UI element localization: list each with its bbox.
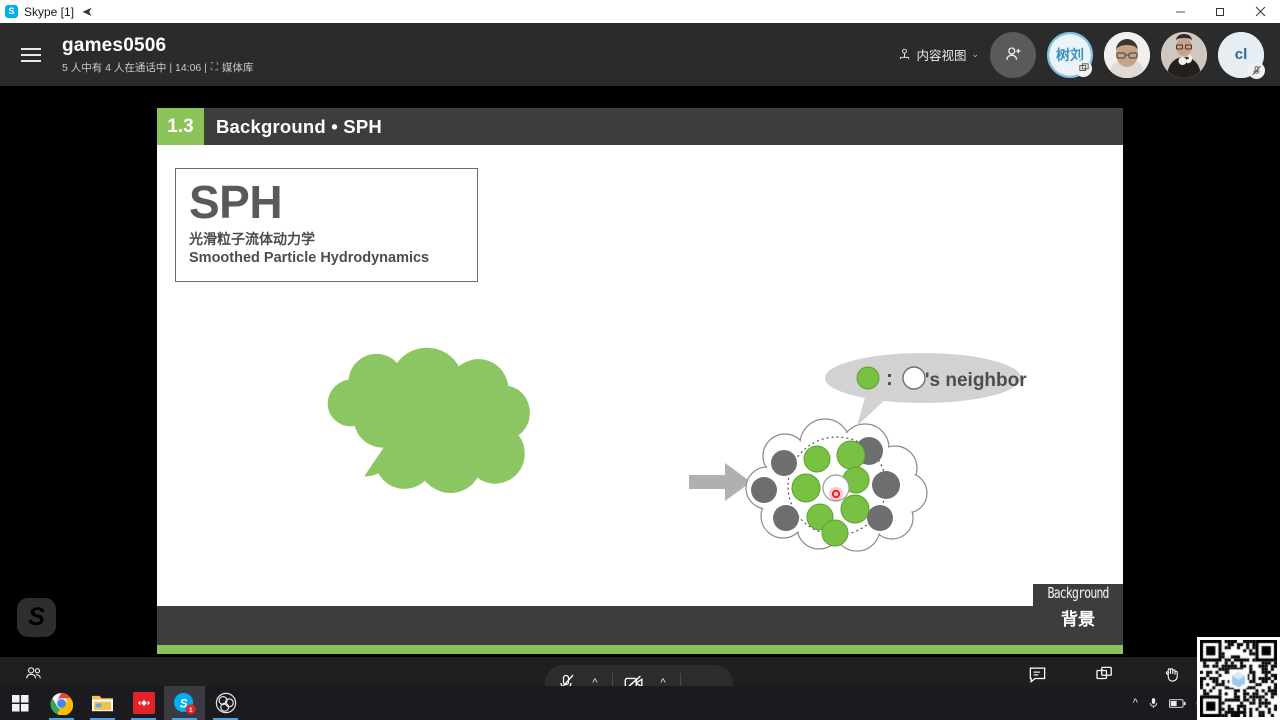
tray-overflow-chevron[interactable]: ^: [1133, 697, 1138, 709]
conversation-subtitle: 5 人中有 4 人在通话中 | 14:06 | ⛶ 媒体库: [62, 60, 253, 75]
qr-code-overlay: [1197, 637, 1280, 720]
media-library-label[interactable]: 媒体库: [222, 60, 254, 75]
maximize-button[interactable]: [1200, 0, 1240, 23]
shared-content-stage: S 1.3 Background • SPH SPH 光滑粒子流体动力学 Smo…: [0, 86, 1280, 657]
start-button[interactable]: [0, 686, 41, 720]
conversation-title: games0506: [62, 34, 167, 56]
legend-white-dot: [902, 366, 926, 390]
taskbar-item-file-explorer[interactable]: [82, 686, 123, 720]
conversation-header: games0506 5 人中有 4 人在通话中 | 14:06 | ⛶ 媒体库 …: [0, 23, 1280, 86]
windows-taskbar: S 1 ^: [0, 686, 1280, 720]
sph-english-name: Smoothed Particle Hydrodynamics: [189, 250, 430, 266]
slide-header: 1.3 Background • SPH: [157, 108, 1123, 145]
skype-window: games0506 5 人中有 4 人在通话中 | 14:06 | ⛶ 媒体库 …: [0, 23, 1280, 720]
mouse-cursor: ➤: [82, 3, 93, 19]
footer-section-en: Background: [1047, 584, 1109, 602]
close-button[interactable]: [1240, 0, 1280, 23]
sph-definition-box: SPH 光滑粒子流体动力学 Smoothed Particle Hydrodyn…: [175, 168, 478, 282]
window-controls: [1160, 0, 1280, 23]
skype-watermark-icon: S: [17, 598, 56, 637]
footer-accent-bar: [157, 645, 1123, 654]
slide-number: 1.3: [157, 108, 204, 145]
raise-hand-icon: [1138, 664, 1205, 684]
chrome-icon: [50, 692, 73, 715]
qr-code-canvas: [1200, 640, 1277, 717]
callout-colon: :: [886, 367, 893, 390]
obs-icon: [215, 692, 236, 714]
legend-green-dot: [856, 366, 880, 390]
skype-badge-count: 1: [189, 707, 193, 714]
content-view-icon: [900, 48, 910, 60]
add-person-icon: [1005, 47, 1020, 60]
chat-icon: [1004, 664, 1071, 684]
taskbar-item-chrome[interactable]: [41, 686, 82, 720]
hamburger-icon[interactable]: [8, 47, 54, 62]
screen-share-icon: [1075, 59, 1092, 77]
arrow-right-icon: [689, 463, 751, 501]
add-person-button[interactable]: [990, 31, 1036, 78]
slide-title: Background • SPH: [216, 115, 382, 137]
skype-icon: S 1: [173, 692, 196, 714]
taskbar-item-skype[interactable]: S 1: [164, 686, 205, 720]
marker-glow: [829, 487, 843, 501]
skype-icon: S: [5, 5, 18, 18]
taskbar-item-everything-search[interactable]: [123, 686, 164, 720]
minimize-button[interactable]: [1160, 0, 1200, 23]
mic-icon[interactable]: [1147, 696, 1160, 710]
header-actions: 内容视图 ⌄ 树刘 cl: [898, 31, 1280, 79]
media-library-icon: ⛶: [210, 61, 218, 73]
presentation-slide[interactable]: 1.3 Background • SPH SPH 光滑粒子流体动力学 Smoot…: [157, 108, 1123, 654]
footer-section-tag: Background 背景: [1033, 584, 1123, 630]
avatar-photo: [1161, 31, 1207, 78]
sph-diagram-svg: : 's neighbor: [327, 347, 1027, 552]
callout-text: 's neighbor: [925, 370, 1027, 391]
sph-acronym: SPH: [189, 176, 283, 228]
avatar[interactable]: 树刘: [1047, 31, 1093, 78]
avatar[interactable]: cl: [1218, 31, 1265, 79]
taskbar-item-obs[interactable]: [205, 686, 246, 720]
screen: S Skype [1] ➤ games0506 5 人中有 4 人在通话中 | …: [0, 0, 1280, 720]
chevron-down-icon: ⌄: [971, 49, 979, 59]
avatar[interactable]: [1161, 31, 1207, 78]
content-view-selector[interactable]: 内容视图 ⌄: [898, 45, 979, 64]
windows-logo-icon: [12, 694, 29, 712]
conversation-info: games0506 5 人中有 4 人在通话中 | 14:06 | ⛶ 媒体库: [62, 35, 253, 75]
fluid-blob-icon: [327, 347, 530, 493]
sph-chinese-name: 光滑粒子流体动力学: [189, 231, 315, 247]
call-status-text: 5 人中有 4 人在通话中 | 14:06 |: [62, 61, 207, 74]
window-title: Skype [1]: [24, 4, 75, 19]
avatar[interactable]: [1104, 31, 1150, 78]
sph-diagram: : 's neighbor Fluid Particles: [157, 278, 1123, 638]
red-diamond-icon: [132, 692, 155, 714]
footer-section-cn: 背景: [1061, 610, 1095, 629]
avatar-photo: [1104, 31, 1150, 78]
window-title-bar: S Skype [1] ➤: [0, 0, 1280, 23]
share-screen-icon: [1071, 664, 1138, 684]
battery-icon[interactable]: [1168, 698, 1186, 709]
participants-icon: [25, 667, 41, 679]
slide-footer: Background 背景: [157, 584, 1123, 654]
content-view-label: 内容视图: [916, 49, 967, 63]
mic-muted-icon: [1248, 61, 1265, 79]
folder-icon: [92, 695, 113, 711]
